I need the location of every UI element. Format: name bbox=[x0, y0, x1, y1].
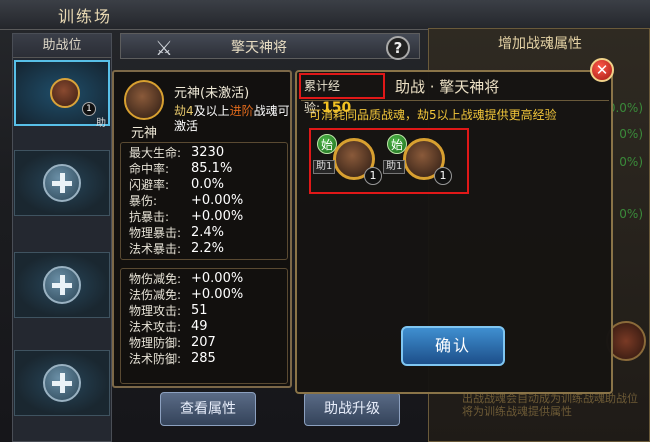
confirm-button[interactable]: 确认 bbox=[401, 326, 505, 366]
add-icon bbox=[43, 266, 81, 304]
stat-row: 暴伤: +0.00% bbox=[129, 193, 287, 209]
add-icon bbox=[43, 364, 81, 402]
stat-value: 207 bbox=[191, 335, 216, 350]
stat-value: 0.0% bbox=[191, 177, 225, 192]
activation-note: 劫4及以上进阶战魂可激活 bbox=[174, 104, 290, 134]
stat-label: 闪避率: bbox=[129, 178, 170, 192]
stats-box-primary: 最大生命: 3230 命中率: 85.1% 闪避率: 0.0% 暴伤: +0.00% 抗暴击: +… bbox=[120, 142, 288, 260]
stat-row: 最大生命: 3230 bbox=[129, 145, 287, 161]
assist-upgrade-button[interactable]: 助战升级 bbox=[304, 392, 400, 426]
stat-row: 物理暴击: 2.4% bbox=[129, 225, 287, 241]
material-soul-card[interactable]: 1 bbox=[403, 138, 452, 185]
dialog-title: 助战 · 擎天神将 bbox=[395, 78, 500, 96]
note-part: 及以上 bbox=[193, 104, 230, 118]
crossed-swords-icon[interactable]: ⚔ bbox=[152, 36, 176, 60]
assist-slot-header: 助战位 bbox=[13, 34, 111, 58]
stat-label: 最大生命: bbox=[129, 146, 182, 160]
stat-label: 物理攻击: bbox=[129, 304, 182, 318]
assist-badge: 助1 bbox=[313, 160, 336, 174]
assist-dialog: 累计经验: 150 助战 · 擎天神将 可消耗同品质战魂，劫5以上战魂提供更高经验… bbox=[295, 70, 613, 394]
soul-name: 擎天神将 bbox=[231, 40, 287, 56]
stat-value: 2.2% bbox=[191, 241, 225, 256]
stat-value: 49 bbox=[191, 319, 208, 334]
stat-value: +0.00% bbox=[191, 193, 244, 208]
assist-slot-1[interactable]: 1 助 bbox=[14, 60, 110, 129]
stat-value: 3230 bbox=[191, 145, 225, 160]
stat-label: 法术攻击: bbox=[129, 320, 182, 334]
material-soul-card[interactable]: 1 bbox=[333, 138, 382, 185]
stats-box-secondary: 物伤减免: +0.00% 法伤减免: +0.00% 物理攻击: 51 法术攻击: 49 物理防御… bbox=[120, 268, 288, 384]
stat-label: 抗暴击: bbox=[129, 210, 170, 224]
bonus-pct: 0%) bbox=[619, 207, 643, 221]
level-badge: 1 bbox=[364, 167, 382, 185]
scene-title: 训练场 bbox=[58, 7, 113, 26]
divider bbox=[301, 100, 609, 101]
soul-tooltip: 元神 元神(未激活) 劫4及以上进阶战魂可激活 最大生命: 3230 命中率: 85.… bbox=[112, 70, 292, 388]
stat-row: 物理攻击: 51 bbox=[129, 303, 287, 319]
dialog-hint: 可消耗同品质战魂，劫5以上战魂提供更高经验 bbox=[309, 108, 557, 122]
stat-row: 法术暴击: 2.2% bbox=[129, 241, 287, 257]
bonus-footer-text: 出战战魂会自动成为训练战魂助战位将为训练战魂提供属性 bbox=[462, 392, 638, 418]
soul-name: 元神(未激活) bbox=[174, 86, 250, 101]
stat-label: 法术防御: bbox=[129, 352, 182, 366]
view-attributes-button[interactable]: 查看属性 bbox=[160, 392, 256, 426]
stat-row: 命中率: 85.1% bbox=[129, 161, 287, 177]
stat-value: 51 bbox=[191, 303, 208, 318]
level-badge: 1 bbox=[434, 167, 452, 185]
stat-value: 285 bbox=[191, 351, 216, 366]
stat-row: 闪避率: 0.0% bbox=[129, 177, 287, 193]
top-bar: 训练场 bbox=[0, 0, 650, 30]
assist-slot-3[interactable] bbox=[14, 252, 110, 318]
soul-tag: 元神 bbox=[130, 126, 157, 141]
assist-slot-2[interactable] bbox=[14, 150, 110, 216]
stat-label: 物伤减免: bbox=[129, 272, 182, 286]
bonus-pct: 0%) bbox=[619, 127, 643, 141]
bonus-pct: 0%) bbox=[619, 155, 643, 169]
stat-label: 物理防御: bbox=[129, 336, 182, 350]
stat-row: 物理防御: 207 bbox=[129, 335, 287, 351]
stat-row: 法术防御: 285 bbox=[129, 351, 287, 367]
soul-portrait bbox=[50, 78, 80, 108]
assist-slot-4[interactable] bbox=[14, 350, 110, 416]
stat-row: 法术攻击: 49 bbox=[129, 319, 287, 335]
add-icon bbox=[43, 164, 81, 202]
stat-label: 法伤减免: bbox=[129, 288, 182, 302]
stat-value: 85.1% bbox=[191, 161, 233, 176]
close-icon[interactable]: ✕ bbox=[590, 58, 614, 82]
stat-label: 暴伤: bbox=[129, 194, 158, 208]
stat-row: 法伤减免: +0.00% bbox=[129, 287, 287, 303]
note-part: 劫4 bbox=[174, 104, 194, 118]
bonus-panel-title: 增加战魂属性 bbox=[498, 36, 582, 52]
stat-value: 2.4% bbox=[191, 225, 225, 240]
stat-label: 法术暴击: bbox=[129, 242, 182, 256]
accumulated-exp: 累计经验: 150 bbox=[299, 73, 385, 116]
assist-badge: 助1 bbox=[383, 160, 406, 174]
bonus-pct: 0.0%) bbox=[607, 101, 643, 115]
stat-row: 物伤减免: +0.00% bbox=[129, 271, 287, 287]
note-part: 进阶 bbox=[229, 104, 254, 118]
assist-badge: 助 bbox=[96, 118, 106, 129]
level-badge: 1 bbox=[82, 102, 96, 116]
stat-row: 抗暴击: +0.00% bbox=[129, 209, 287, 225]
help-icon[interactable]: ? bbox=[386, 36, 410, 60]
stat-value: +0.00% bbox=[191, 271, 244, 286]
soul-portrait bbox=[124, 80, 164, 120]
stat-label: 物理暴击: bbox=[129, 226, 182, 240]
stat-value: +0.00% bbox=[191, 209, 244, 224]
stat-label: 命中率: bbox=[129, 162, 170, 176]
stat-value: +0.00% bbox=[191, 287, 244, 302]
